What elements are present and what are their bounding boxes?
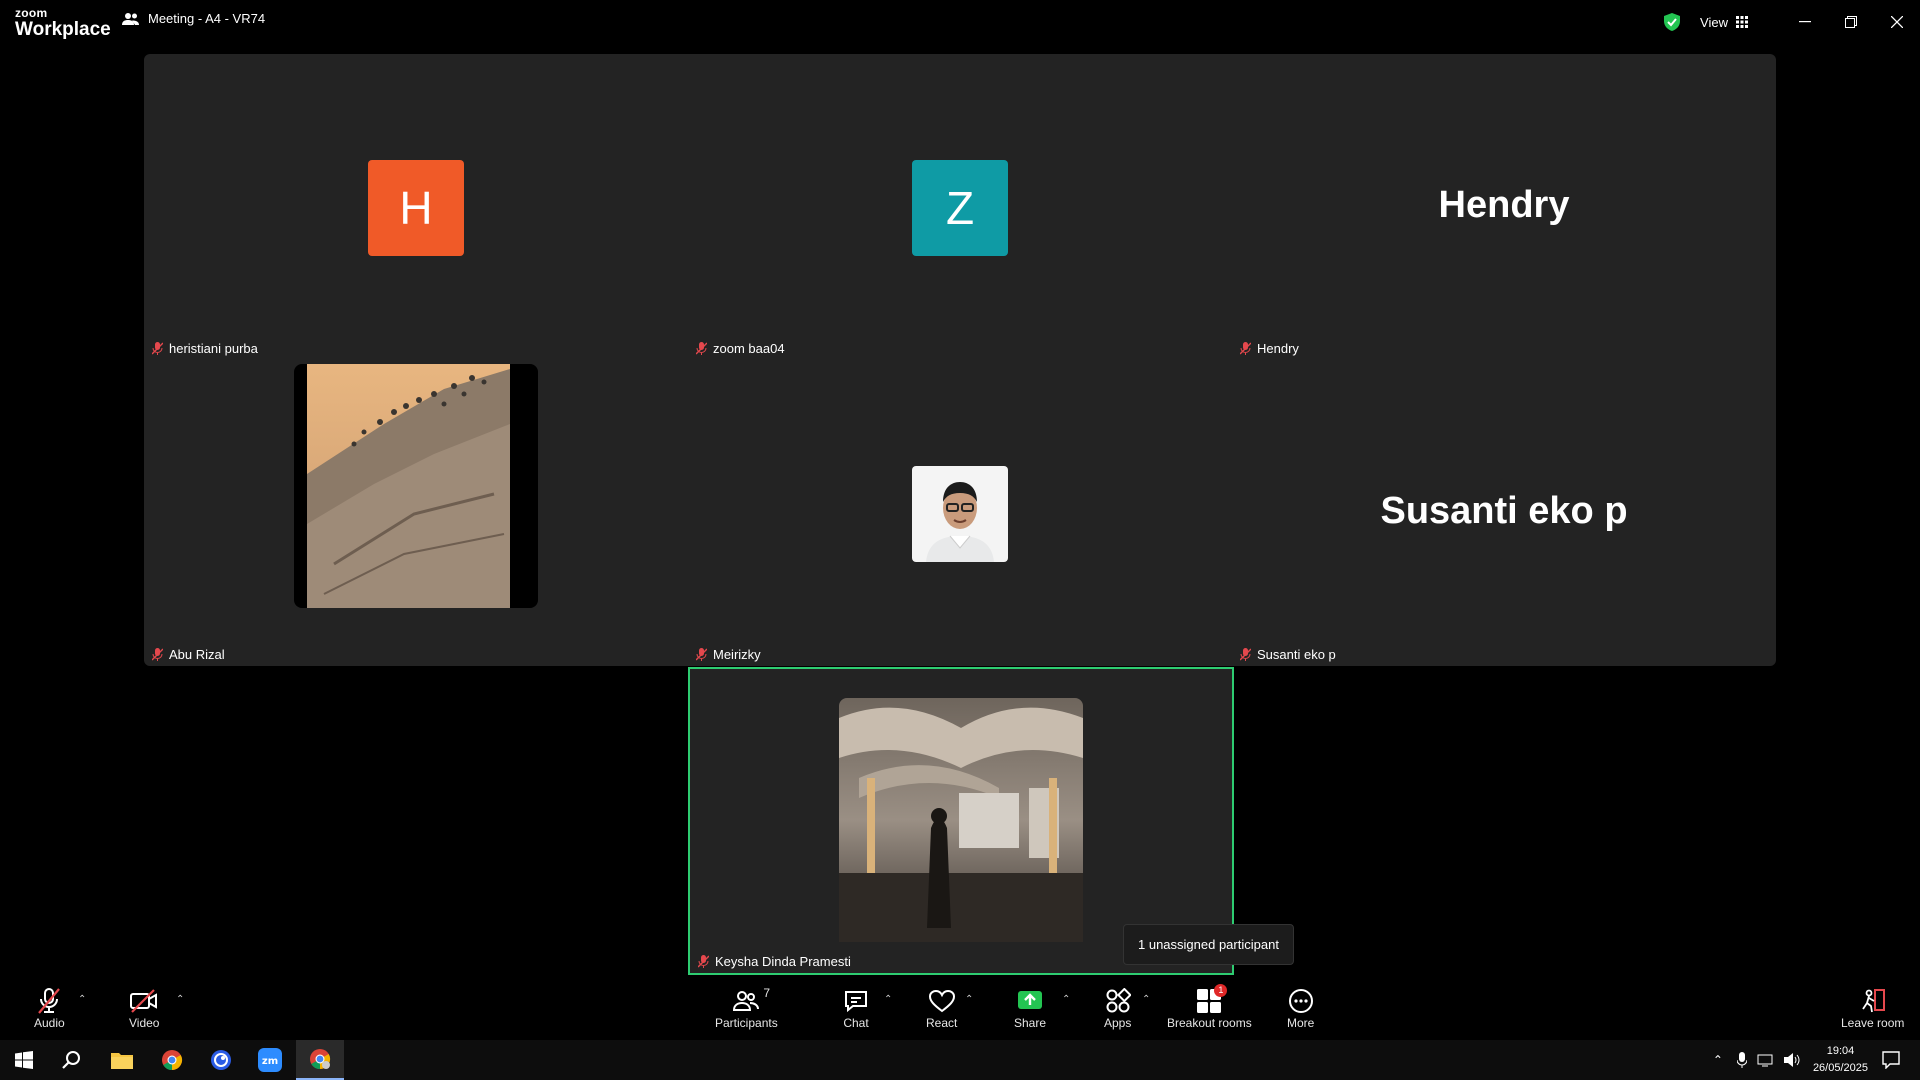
leave-room-icon: [1861, 989, 1885, 1013]
video-off-icon: [130, 989, 158, 1013]
participant-name-label: Keysha Dinda Pramesti: [694, 952, 855, 971]
video-gallery: H heristiani purba Z zoom baa04 Hendry H…: [144, 54, 1776, 666]
blue-app-icon: [211, 1050, 231, 1070]
microphone-icon[interactable]: [1736, 1052, 1747, 1068]
restore-icon: [1845, 16, 1857, 28]
zoom-app-icon: zm: [258, 1048, 282, 1072]
leave-room-button[interactable]: Leave room: [1841, 986, 1904, 1030]
meeting-title: Meeting - A4 - VR74: [148, 11, 266, 26]
participant-tile[interactable]: Abu Rizal: [144, 360, 688, 666]
muted-microphone-icon: [38, 988, 61, 1014]
restore-button[interactable]: [1828, 0, 1874, 44]
breakout-rooms-button[interactable]: 1 Breakout rooms: [1167, 984, 1252, 1030]
chat-icon: [845, 991, 867, 1013]
participant-avatar: Z: [912, 160, 1008, 256]
unassigned-participant-tooltip: 1 unassigned participant: [1123, 924, 1294, 965]
network-icon[interactable]: [1757, 1053, 1773, 1067]
mosque-umbrellas-photo: [839, 698, 1083, 942]
minimize-button[interactable]: [1782, 0, 1828, 44]
show-hidden-icons-icon[interactable]: ⌃: [1713, 1053, 1723, 1067]
muted-mic-icon: [152, 648, 163, 661]
chat-options-caret[interactable]: ⌃: [884, 994, 892, 1005]
breakout-badge: 1: [1214, 984, 1228, 997]
file-explorer-button[interactable]: [98, 1040, 146, 1080]
zoom-taskbar-button[interactable]: zm: [246, 1040, 294, 1080]
share-screen-icon: [1018, 991, 1043, 1009]
meeting-info[interactable]: Meeting - A4 - VR74: [122, 11, 265, 26]
chrome-icon: [162, 1050, 183, 1071]
muted-mic-icon: [696, 342, 707, 355]
apps-button[interactable]: Apps: [1104, 986, 1131, 1030]
grid-view-icon: [1736, 16, 1748, 28]
audio-options-caret[interactable]: ⌃: [78, 994, 86, 1005]
chrome-button[interactable]: [148, 1040, 196, 1080]
rocky-hill-birds-photo: [294, 364, 538, 608]
encryption-shield-icon[interactable]: [1664, 13, 1681, 31]
folder-icon: [111, 1053, 133, 1069]
participant-display-name: Hendry: [1438, 184, 1570, 226]
muted-mic-icon: [1240, 342, 1251, 355]
title-bar: zoom Workplace Meeting - A4 - VR74 View: [0, 0, 1920, 44]
participant-name-label: heristiani purba: [148, 339, 262, 358]
participant-tile[interactable]: Meirizky: [688, 360, 1232, 666]
participant-name-label: zoom baa04: [692, 339, 789, 358]
muted-mic-icon: [696, 648, 707, 661]
search-button[interactable]: [48, 1040, 96, 1080]
react-button[interactable]: React: [926, 986, 957, 1030]
participant-name-label: Hendry: [1236, 339, 1303, 358]
search-icon: [62, 1051, 80, 1069]
video-button[interactable]: Video: [129, 986, 159, 1030]
muted-mic-icon: [152, 342, 163, 355]
app-button[interactable]: [197, 1040, 245, 1080]
participant-tile[interactable]: H heristiani purba: [144, 54, 688, 360]
meeting-controls: Audio ⌃ Video ⌃ 7 Participants Chat ⌃ Re…: [0, 980, 1920, 1040]
participants-button[interactable]: 7 Participants: [715, 986, 778, 1030]
windows-taskbar: zm ⌃ 19:04 26/05/2025: [0, 1040, 1920, 1080]
react-options-caret[interactable]: ⌃: [965, 994, 973, 1005]
share-options-caret[interactable]: ⌃: [1062, 994, 1070, 1005]
participant-avatar: H: [368, 160, 464, 256]
svg-text:zm: zm: [262, 1056, 278, 1067]
participant-name-label: Meirizky: [692, 645, 765, 664]
participants-icon: [733, 991, 760, 1011]
participants-count: 7: [763, 986, 771, 1000]
heart-icon: [928, 989, 955, 1013]
system-tray: ⌃ 19:04 26/05/2025: [1713, 1040, 1920, 1080]
chrome-profile-icon: [310, 1049, 331, 1070]
man-with-glasses-photo: [912, 466, 1008, 562]
system-clock[interactable]: 19:04 26/05/2025: [1813, 1043, 1868, 1077]
audio-button[interactable]: Audio: [34, 986, 65, 1030]
apps-icon: [1106, 988, 1131, 1013]
close-icon: [1891, 16, 1903, 28]
volume-icon[interactable]: [1783, 1052, 1801, 1068]
muted-mic-icon: [1240, 648, 1251, 661]
more-button[interactable]: More: [1287, 986, 1314, 1030]
participant-tile[interactable]: Susanti eko p Susanti eko p: [1232, 360, 1776, 666]
participant-tile[interactable]: Z zoom baa04: [688, 54, 1232, 360]
participant-tile[interactable]: Hendry Hendry: [1232, 54, 1776, 360]
share-button[interactable]: Share: [1014, 986, 1046, 1030]
meeting-people-icon: [122, 12, 139, 25]
chrome-profile-button[interactable]: [296, 1040, 344, 1080]
zoom-workplace-logo: zoom Workplace: [15, 6, 111, 40]
more-icon: [1288, 989, 1313, 1013]
participant-display-name: Susanti eko p: [1380, 490, 1628, 532]
participant-name-label: Abu Rizal: [148, 645, 229, 664]
apps-options-caret[interactable]: ⌃: [1142, 994, 1150, 1005]
start-button[interactable]: [0, 1040, 48, 1080]
chat-button[interactable]: Chat: [843, 986, 869, 1030]
participant-name-label: Susanti eko p: [1236, 645, 1340, 664]
muted-mic-icon: [698, 955, 709, 968]
view-button[interactable]: View: [1700, 15, 1748, 30]
close-button[interactable]: [1874, 0, 1920, 44]
windows-logo-icon: [15, 1051, 33, 1069]
notification-center-icon[interactable]: [1882, 1051, 1900, 1069]
video-options-caret[interactable]: ⌃: [176, 994, 184, 1005]
minimize-icon: [1799, 21, 1811, 23]
